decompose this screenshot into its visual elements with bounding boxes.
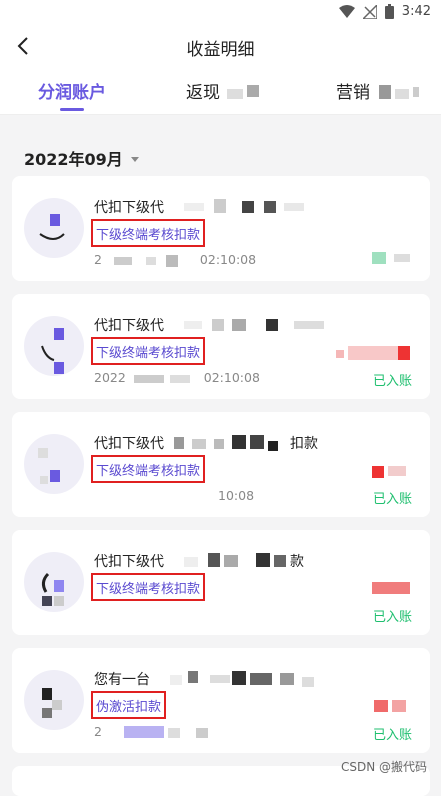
record-time-prefix: 2022 <box>94 370 126 385</box>
caret-down-icon <box>130 156 139 162</box>
record-title-tail: 扣款 <box>290 436 318 452</box>
signal-icon <box>362 4 377 19</box>
record-subtitle: 下级终端考核扣款 <box>91 219 206 247</box>
record-avatar <box>24 198 84 258</box>
watermark: CSDN @搬代码 <box>340 760 427 774</box>
record-title: 您有一台 <box>94 672 150 688</box>
record-card[interactable]: 代扣下级代 下级终端考核扣款 2 02:10:08 <box>12 176 430 281</box>
redaction-mosaic <box>123 725 208 738</box>
redaction-mosaic <box>227 85 260 99</box>
avatar-mosaic <box>39 214 65 240</box>
record-time-tail: 02:10:08 <box>203 370 260 385</box>
page-title: 收益明细 <box>186 40 255 60</box>
record-card[interactable]: 代扣下级代 扣款 下级终端考核扣款 10:08 已入账 <box>12 412 430 517</box>
redaction-mosaic <box>372 466 406 478</box>
avatar-mosaic <box>38 448 60 484</box>
redaction-mosaic <box>336 346 410 360</box>
record-status: 已入账 <box>372 492 412 507</box>
redaction-mosaic <box>374 700 406 712</box>
battery-icon <box>384 4 394 19</box>
status-bar: 3:42 <box>0 0 441 24</box>
record-subtitle: 下级终端考核扣款 <box>91 337 206 365</box>
wifi-icon <box>338 5 355 18</box>
redaction-mosaic <box>184 199 304 213</box>
record-card[interactable]: 代扣下级代 款 下级终端考核扣款 已入账 <box>12 530 430 635</box>
record-status: 已入账 <box>372 728 412 743</box>
avatar-mosaic <box>41 572 64 606</box>
status-icons: 3:42 <box>338 4 431 19</box>
avatar-mosaic <box>42 688 62 718</box>
record-status: 已入账 <box>372 374 412 389</box>
record-subtitle: 下级终端考核扣款 <box>91 573 206 601</box>
tab-bar: 分润账户 返现 营销 <box>0 68 441 115</box>
redaction-mosaic <box>372 582 410 594</box>
active-tab-indicator <box>60 108 84 111</box>
record-title: 代扣下级代 <box>94 436 164 452</box>
redaction-mosaic <box>170 671 314 687</box>
record-status: 已入账 <box>372 610 412 625</box>
avatar-mosaic <box>41 328 64 374</box>
app-header: 收益明细 <box>0 24 441 68</box>
redaction-mosaic <box>372 252 410 264</box>
redaction-mosaic <box>174 435 278 451</box>
record-time: 2 02:10:08 <box>94 252 256 267</box>
record-time-prefix: 2 <box>94 724 102 739</box>
record-time-prefix: 2 <box>94 252 102 267</box>
record-avatar <box>24 434 84 494</box>
record-title: 代扣下级代 <box>94 318 164 334</box>
redaction-mosaic <box>379 85 420 99</box>
record-subtitle: 下级终端考核扣款 <box>91 455 206 483</box>
status-time: 3:42 <box>401 4 431 19</box>
record-time: 2 <box>94 724 226 740</box>
tab-marketing-label: 营销 <box>336 83 370 103</box>
record-time-tail: 02:10:08 <box>199 252 257 267</box>
record-avatar <box>24 670 84 730</box>
record-title: 代扣下级代 <box>94 554 164 570</box>
tab-cashback-label: 返现 <box>186 83 220 103</box>
tab-profit-account[interactable]: 分润账户 <box>38 78 106 103</box>
record-card[interactable]: 代扣下级代 下级终端考核扣款 2022 02:10:08 已入账 <box>12 294 430 399</box>
month-label: 2022年09月 <box>24 150 123 169</box>
tab-marketing[interactable]: 营销 <box>336 78 425 103</box>
tab-cashback[interactable]: 返现 <box>186 78 265 103</box>
record-card[interactable]: 您有一台 伪激活扣款 2 已入账 <box>12 648 430 753</box>
record-avatar <box>24 316 84 376</box>
record-title-tail: 款 <box>290 554 304 570</box>
record-time-tail: 10:08 <box>218 488 255 503</box>
record-subtitle: 伪激活扣款 <box>91 691 167 719</box>
redaction-mosaic <box>184 553 286 567</box>
record-avatar <box>24 552 84 612</box>
redaction-mosaic <box>113 254 178 267</box>
record-title: 代扣下级代 <box>94 200 164 216</box>
month-selector[interactable]: 2022年09月 <box>24 146 139 170</box>
record-time: 2022 02:10:08 <box>94 370 260 385</box>
redaction-mosaic <box>133 374 190 383</box>
redaction-mosaic <box>184 319 324 331</box>
